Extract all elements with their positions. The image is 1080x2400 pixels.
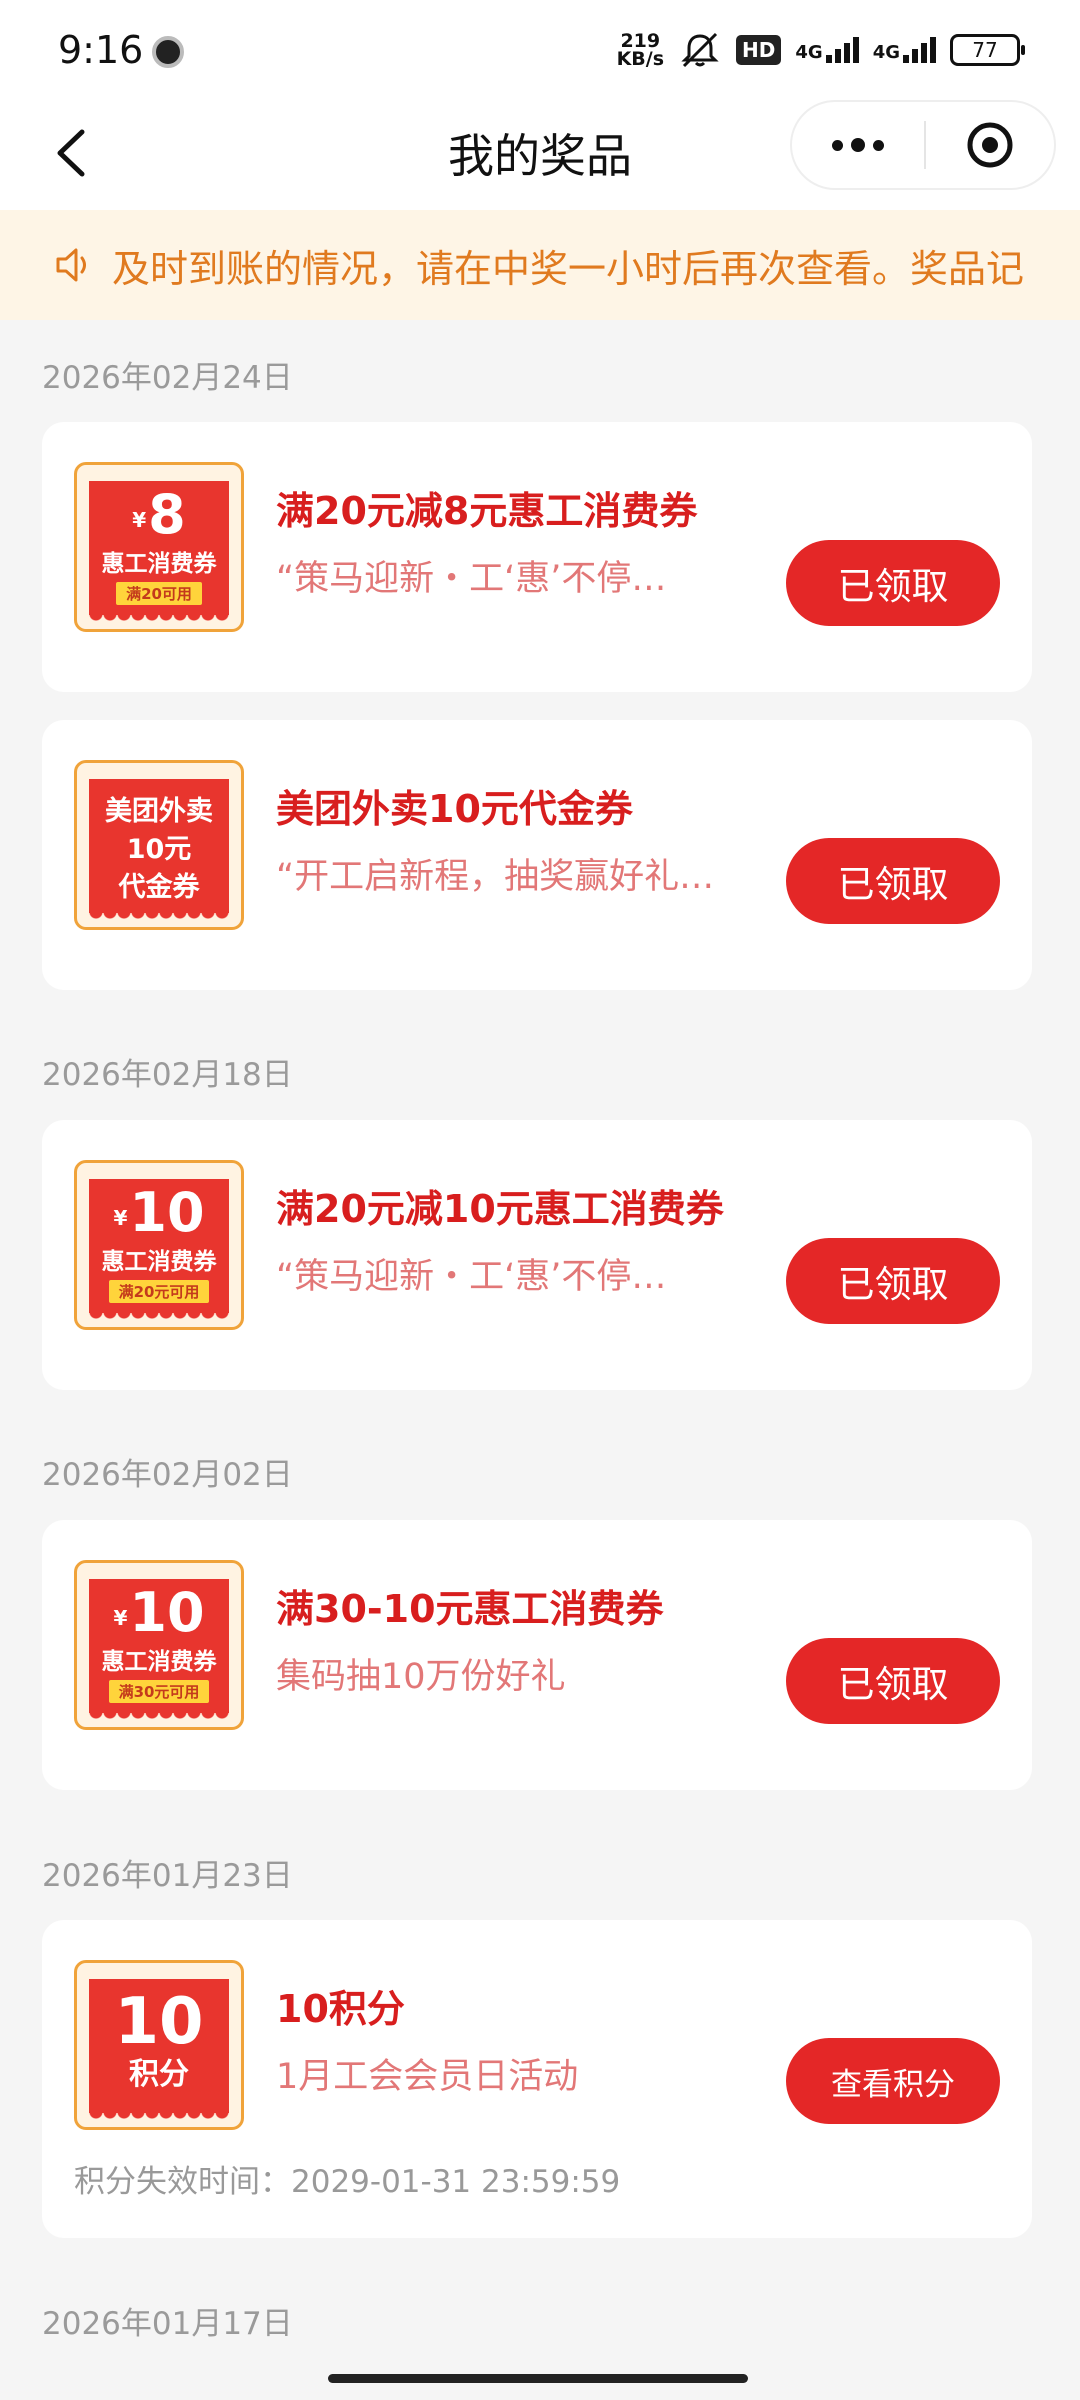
battery-icon: 77 bbox=[950, 34, 1025, 66]
target-close-icon bbox=[967, 122, 1013, 168]
prize-card: 10 积分 10积分 1月工会会员日活动 查看积分 积分失效时间：2029-01… bbox=[42, 1920, 1032, 2238]
prize-title: 满20元减8元惠工消费券 bbox=[276, 489, 698, 533]
view-points-button[interactable]: 查看积分 bbox=[786, 2038, 1000, 2124]
prize-activity: “策马迎新・工‘惠’不停… bbox=[276, 559, 667, 599]
speaker-icon bbox=[56, 248, 86, 282]
notice-text: 及时到账的情况，请在中奖一小时后再次查看。奖品记 bbox=[112, 246, 1025, 291]
more-button[interactable] bbox=[792, 102, 924, 188]
date-label: 2026年01月17日 bbox=[42, 2306, 293, 2342]
notification-icon bbox=[152, 36, 184, 68]
nav-bar: 我的奖品 bbox=[0, 100, 1080, 210]
status-icons: 219 KB/s HD 4G 4G 77 bbox=[616, 30, 1025, 70]
date-label: 2026年02月18日 bbox=[42, 1057, 293, 1093]
signal-2-icon: 4G bbox=[873, 37, 936, 63]
status-bar: 9:16 219 KB/s HD 4G 4G 77 bbox=[0, 0, 1080, 100]
points-thumbnail: 10 积分 bbox=[74, 1960, 244, 2130]
prize-activity: 集码抽10万份好礼 bbox=[276, 1657, 566, 1697]
coupon-thumbnail: ¥10 惠工消费券 满30元可用 bbox=[74, 1560, 244, 1730]
prize-title: 满20元减10元惠工消费券 bbox=[276, 1187, 724, 1231]
coupon-thumbnail: ¥10 惠工消费券 满20元可用 bbox=[74, 1160, 244, 1330]
claimed-button[interactable]: 已领取 bbox=[786, 838, 1000, 924]
coupon-thumbnail: 美团外卖 10元 代金券 bbox=[74, 760, 244, 930]
claimed-button[interactable]: 已领取 bbox=[786, 1238, 1000, 1324]
mini-program-capsule bbox=[790, 100, 1056, 190]
home-indicator[interactable] bbox=[328, 2374, 748, 2383]
more-dot-icon bbox=[873, 139, 884, 151]
prize-card: ¥10 惠工消费券 满30元可用 满30-10元惠工消费券 集码抽10万份好礼 … bbox=[42, 1520, 1032, 1790]
more-dot-icon bbox=[832, 139, 843, 151]
claimed-button[interactable]: 已领取 bbox=[786, 1638, 1000, 1724]
date-label: 2026年02月02日 bbox=[42, 1457, 293, 1493]
notice-bar: 及时到账的情况，请在中奖一小时后再次查看。奖品记 bbox=[0, 210, 1080, 320]
mute-icon bbox=[681, 32, 719, 68]
prize-activity: 1月工会会员日活动 bbox=[276, 2057, 579, 2097]
network-speed: 219 KB/s bbox=[616, 30, 665, 70]
prize-card: 美团外卖 10元 代金券 美团外卖10元代金券 “开工启新程，抽奖赢好礼… 已领… bbox=[42, 720, 1032, 990]
coupon-thumbnail: ¥8 惠工消费券 满20可用 bbox=[74, 462, 244, 632]
prize-activity: “开工启新程，抽奖赢好礼… bbox=[276, 857, 715, 897]
points-expiry: 积分失效时间：2029-01-31 23:59:59 bbox=[74, 2164, 621, 2200]
prize-card: ¥8 惠工消费券 满20可用 满20元减8元惠工消费券 “策马迎新・工‘惠’不停… bbox=[42, 422, 1032, 692]
status-time: 9:16 bbox=[58, 28, 144, 72]
prize-title: 满30-10元惠工消费券 bbox=[276, 1587, 664, 1631]
prize-title: 美团外卖10元代金券 bbox=[276, 787, 633, 831]
more-dot-icon bbox=[851, 138, 865, 152]
claimed-button[interactable]: 已领取 bbox=[786, 540, 1000, 626]
date-label: 2026年01月23日 bbox=[42, 1858, 293, 1894]
hd-badge: HD bbox=[736, 35, 782, 65]
prize-activity: “策马迎新・工‘惠’不停… bbox=[276, 1257, 667, 1297]
prize-title: 10积分 bbox=[276, 1987, 405, 2031]
prize-card: ¥10 惠工消费券 满20元可用 满20元减10元惠工消费券 “策马迎新・工‘惠… bbox=[42, 1120, 1032, 1390]
close-mini-program-button[interactable] bbox=[926, 102, 1054, 188]
date-label: 2026年02月24日 bbox=[42, 360, 293, 396]
signal-1-icon: 4G bbox=[795, 37, 859, 63]
